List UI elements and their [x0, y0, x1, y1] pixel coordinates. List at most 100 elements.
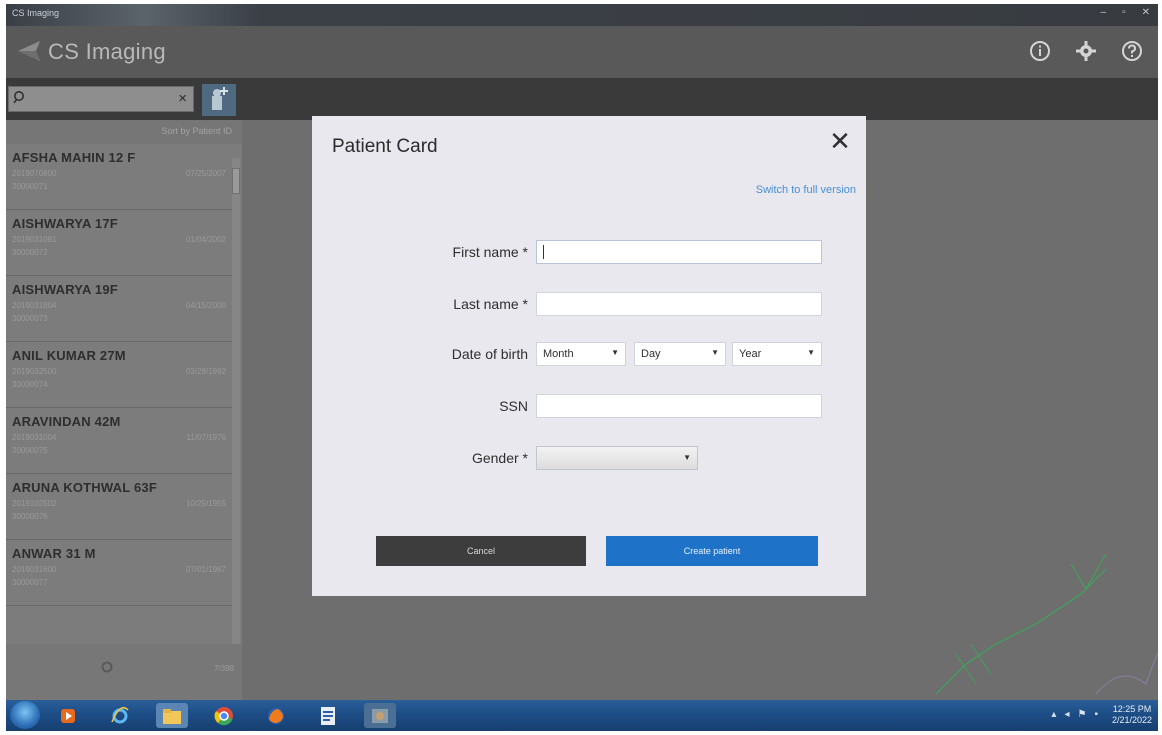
dob-day-select[interactable]: Day ▼ — [634, 342, 726, 366]
network-icon[interactable]: ▴ — [1051, 709, 1056, 720]
gender-select[interactable]: ▼ — [536, 446, 698, 470]
app-header: CS Imaging — [6, 26, 1158, 78]
action-center-icon[interactable]: ⚑ — [1077, 709, 1086, 720]
cs-imaging-icon[interactable] — [364, 703, 396, 728]
patient-dob: 11/07/1976 — [186, 433, 226, 442]
patient-count: 7/398 — [213, 664, 234, 673]
patient-dob: 07/25/2007 — [185, 169, 226, 178]
patient-name: AISHWARYA 17F — [12, 216, 118, 231]
settings-small-icon[interactable] — [100, 660, 114, 678]
date-of-birth-label: Date of birth — [451, 346, 528, 362]
window-controls: – ▫ ✕ — [1101, 7, 1151, 18]
patient-list: AFSHA MAHIN 12 F 2019070800 07/25/2007 30… — [6, 144, 232, 606]
patient-list-item[interactable]: AISHWARYA 17F 2019031081 01/04/2002 30000… — [6, 210, 232, 276]
patient-name: ARUNA KOTHWAL 63F — [12, 480, 157, 495]
gear-icon[interactable] — [1074, 40, 1098, 64]
internet-explorer-icon[interactable] — [104, 703, 136, 728]
chevron-down-icon: ▼ — [711, 348, 719, 357]
dob-month-value: Month — [543, 348, 574, 360]
patient-dob: 10/25/1955 — [185, 499, 226, 508]
power-icon[interactable]: ▪ — [1094, 709, 1098, 720]
patient-number: 2019031004 — [12, 433, 57, 442]
patient-id: 30000075 — [12, 446, 48, 455]
patient-number: 2019070800 — [12, 169, 57, 178]
volume-icon[interactable]: ◂ — [1064, 709, 1069, 720]
patient-name: AFSHA MAHIN 12 F — [12, 150, 136, 165]
dob-month-select[interactable]: Month ▼ — [536, 342, 626, 366]
chevron-down-icon: ▼ — [807, 348, 815, 357]
dob-day-value: Day — [641, 348, 661, 360]
start-button[interactable] — [10, 701, 40, 729]
first-name-field[interactable] — [536, 240, 822, 264]
patient-name: ANIL KUMAR 27M — [12, 348, 126, 363]
patient-list-scrollbar[interactable] — [232, 158, 240, 658]
help-icon[interactable] — [1120, 40, 1144, 64]
chevron-down-icon: ▼ — [611, 348, 619, 357]
gender-label: Gender * — [471, 450, 528, 466]
minimize-button[interactable]: – — [1101, 7, 1107, 18]
media-player-icon[interactable] — [52, 703, 84, 728]
patient-list-item[interactable]: ARAVINDAN 42M 2019031004 11/07/1976 30000… — [6, 408, 232, 474]
patient-id: 30000072 — [12, 248, 48, 257]
patient-id: 30000076 — [12, 512, 48, 521]
cancel-button[interactable]: Cancel — [376, 536, 586, 566]
text-caret — [543, 245, 544, 259]
patient-id: 30000074 — [12, 380, 48, 389]
patient-number: 2019031600 — [12, 565, 57, 574]
header-icons — [1028, 40, 1144, 64]
chrome-icon[interactable] — [208, 703, 240, 728]
clear-search-icon[interactable]: × — [178, 90, 187, 107]
dob-year-select[interactable]: Year ▼ — [732, 342, 822, 366]
patient-name: AISHWARYA 19F — [12, 282, 118, 297]
close-dialog-button[interactable]: ✕ — [828, 128, 852, 154]
ssn-field[interactable] — [536, 394, 822, 418]
scrollbar-thumb[interactable] — [232, 168, 240, 194]
info-icon[interactable] — [1028, 40, 1052, 64]
sort-label[interactable]: Sort by Patient ID — [161, 126, 232, 136]
patient-list-item[interactable]: ANWAR 31 M 2019031600 07/01/1987 30000077 — [6, 540, 232, 606]
patient-search-input[interactable]: × — [8, 86, 194, 112]
patient-dob: 04/15/2000 — [185, 301, 226, 310]
chevron-down-icon: ▼ — [683, 453, 691, 462]
sidebar-footer: 7/398 — [6, 644, 242, 700]
patient-number: 2019031081 — [12, 235, 57, 244]
patient-id: 30000077 — [12, 578, 48, 587]
patient-sidebar: Sort by Patient ID AFSHA MAHIN 12 F 2019… — [6, 120, 242, 700]
patient-id: 30000071 — [12, 182, 48, 191]
patient-card-dialog: Patient Card ✕ Switch to full version Fi… — [312, 116, 866, 596]
screen: CS Imaging – ▫ ✕ CS Imaging × Sort by Pa… — [6, 4, 1158, 731]
patient-dob: 01/04/2002 — [185, 235, 226, 244]
last-name-field[interactable] — [536, 292, 822, 316]
handwritten-annotation — [935, 553, 1158, 695]
system-tray: ▴ ◂ ⚑ ▪ — [1051, 709, 1098, 720]
patient-number: 2019031804 — [12, 301, 57, 310]
patient-list-item[interactable]: AFSHA MAHIN 12 F 2019070800 07/25/2007 30… — [6, 144, 232, 210]
first-name-label: First name * — [452, 244, 528, 260]
clock-date: 2/21/2022 — [1111, 715, 1152, 725]
patient-name: ARAVINDAN 42M — [12, 414, 121, 429]
patient-id: 30000073 — [12, 314, 48, 323]
taskbar-apps — [52, 703, 396, 728]
search-icon — [13, 91, 24, 104]
add-patient-button[interactable] — [202, 84, 236, 116]
firefox-icon[interactable] — [260, 703, 292, 728]
window-title: CS Imaging — [12, 8, 60, 18]
word-icon[interactable] — [312, 703, 344, 728]
dob-year-value: Year — [739, 348, 762, 360]
file-explorer-icon[interactable] — [156, 703, 188, 728]
maximize-button[interactable]: ▫ — [1122, 7, 1126, 18]
create-patient-button[interactable]: Create patient — [606, 536, 818, 566]
dialog-title: Patient Card — [332, 136, 438, 157]
ssn-label: SSN — [499, 398, 528, 414]
patient-list-item[interactable]: ANIL KUMAR 27M 2019032500 03/28/1992 3000… — [6, 342, 232, 408]
close-window-button[interactable]: ✕ — [1142, 7, 1150, 18]
patient-list-item[interactable]: ARUNA KOTHWAL 63F 2019102502 10/25/1955 3… — [6, 474, 232, 540]
switch-to-full-version-link[interactable]: Switch to full version — [756, 184, 856, 196]
taskbar-clock[interactable]: 12:25 PM 2/21/2022 — [1112, 704, 1152, 726]
patient-list-item[interactable]: AISHWARYA 19F 2019031804 04/15/2000 30000… — [6, 276, 232, 342]
sort-bar[interactable]: Sort by Patient ID — [6, 120, 242, 144]
patient-name: ANWAR 31 M — [12, 546, 96, 561]
patient-dob: 07/01/1987 — [185, 565, 226, 574]
add-patient-icon — [209, 86, 229, 118]
clock-time: 12:25 PM — [1112, 704, 1152, 714]
